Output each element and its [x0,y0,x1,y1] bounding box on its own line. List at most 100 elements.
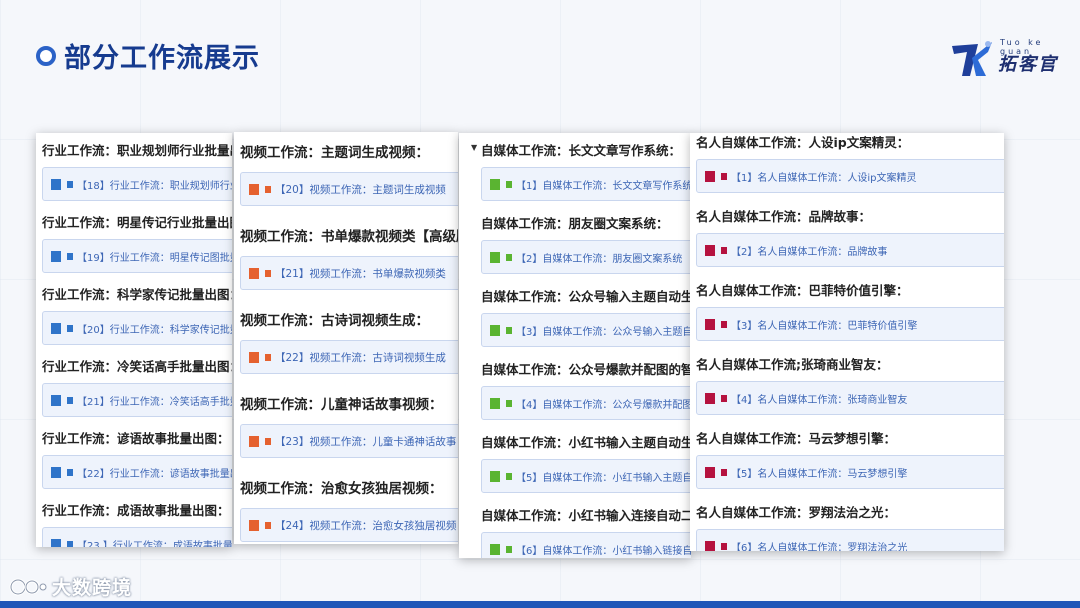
workflow-card-label: 【4】自媒体工作流：公众号爆款并配图 [516,400,691,411]
book-icon [249,352,259,363]
workflow-card-label: 【19】行业工作流：明星传记图批量出图 [77,253,232,264]
list-item: 行业工作流：明星传记行业批量出图 【19】行业工作流：明星传记图批量出图 [36,205,232,277]
workflow-card-label: 【2】名人自媒体工作流：品牌故事 [731,247,888,258]
square-icon [506,473,512,480]
list-item: 自媒体工作流：小红书输入主题自动生成 【5】自媒体工作流：小红书输入主题自动 [459,425,691,498]
workflow-card[interactable]: 【6】自媒体工作流：小红书输入链接自动 [481,532,691,558]
workflow-card-label: 【2】自媒体工作流：朋友圈文案系统 [516,254,683,265]
workflow-card[interactable]: 【5】自媒体工作流：小红书输入主题自动 [481,459,691,493]
bottom-accent-bar [0,601,1080,608]
workflow-card-label: 【5】名人自媒体工作流：马云梦想引擎 [731,469,908,480]
workflow-card[interactable]: 【22】行业工作流：谚语故事批量出图 [42,455,232,489]
square-icon [265,186,271,193]
workflow-card-label: 【3】自媒体工作流：公众号输入主题自动 [516,327,691,338]
workflow-card[interactable]: 【18】行业工作流：职业规划师行业批量出图 [42,167,232,201]
workflow-heading: 自媒体工作流：公众号输入主题自动生成 [481,289,691,304]
list-item: 视频工作流：主题词生成视频： 【20】视频工作流：主题词生成视频 [234,132,458,216]
square-icon [721,543,727,550]
workflow-panel-video: 视频工作流：主题词生成视频： 【20】视频工作流：主题词生成视频 视频工作流：书… [234,132,458,544]
book-icon [51,395,61,406]
list-item: 行业工作流：谚语故事批量出图： 【22】行业工作流：谚语故事批量出图 [36,421,232,493]
square-icon [265,270,271,277]
square-icon [67,397,73,404]
workflow-card[interactable]: 【21】行业工作流：冷笑话高手批量出图 [42,383,232,417]
square-icon [67,253,73,260]
workflow-card-label: 【6】自媒体工作流：小红书输入链接自动 [516,546,691,557]
workflow-card[interactable]: 【6】名人自媒体工作流：罗翔法治之光 [696,529,1004,551]
workflow-heading: 名人自媒体工作流：品牌故事： [696,209,872,224]
workflow-card[interactable]: 【1】名人自媒体工作流：人设ip文案精灵 [696,159,1004,193]
book-icon [51,179,61,190]
workflow-card-label: 【20】行业工作流：科学家传记批量出图 [77,325,232,336]
workflow-panel-selfmedia: ▼ 自媒体工作流：长文文章写作系统： 【1】自媒体工作流：长文文章写作系统 自媒… [459,133,691,558]
workflow-heading: 视频工作流：古诗词视频生成： [240,313,429,329]
workflow-card[interactable]: 【3】名人自媒体工作流：巴菲特价值引擎 [696,307,1004,341]
workflow-card[interactable]: 【23】视频工作流：儿童卡通神话故事 [240,424,458,458]
workflow-card-label: 【18】行业工作流：职业规划师行业批量出图 [77,181,232,192]
workflow-card[interactable]: 【22】视频工作流：古诗词视频生成 [240,340,458,374]
square-icon [506,254,512,261]
workflow-card-label: 【22】视频工作流：古诗词视频生成 [275,352,446,364]
workflow-card-label: 【1】自媒体工作流：长文文章写作系统 [516,181,691,192]
square-icon [265,354,271,361]
book-icon [51,539,61,547]
workflow-heading: 名人自媒体工作流：罗翔法治之光： [696,505,897,520]
square-icon [506,546,512,553]
workflow-card[interactable]: 【21】视频工作流：书单爆款视频类 [240,256,458,290]
book-icon [490,252,500,263]
workflow-card[interactable]: 【1】自媒体工作流：长文文章写作系统 [481,167,691,201]
caret-down-icon[interactable]: ▼ [471,143,477,152]
square-icon [67,181,73,188]
workflow-card[interactable]: 【19】行业工作流：明星传记图批量出图 [42,239,232,273]
list-item: 名人自媒体工作流：人设ip文案精灵： 【1】名人自媒体工作流：人设ip文案精灵 [690,133,1004,199]
brand-name: 拓客官 [998,54,1058,75]
workflow-heading: 行业工作流：谚语故事批量出图： [42,431,230,446]
workflow-card[interactable]: 【2】自媒体工作流：朋友圈文案系统 [481,240,691,274]
book-icon [51,467,61,478]
book-icon [705,393,715,404]
workflow-card[interactable]: 【4】自媒体工作流：公众号爆款并配图 [481,386,691,420]
workflow-heading: 行业工作流：科学家传记批量出图： [42,287,232,302]
workflow-card-label: 【23.】行业工作流：成语故事批量出图 [77,541,232,547]
workflow-card[interactable]: 【24】视频工作流：治愈女孩独居视频 [240,508,458,542]
workflow-card-label: 【23】视频工作流：儿童卡通神话故事 [275,436,457,448]
list-item: 行业工作流：成语故事批量出图： 【23.】行业工作流：成语故事批量出图 [36,493,232,547]
square-icon [721,321,727,328]
workflow-card[interactable]: 【20】行业工作流：科学家传记批量出图 [42,311,232,345]
workflow-card-label: 【4】名人自媒体工作流：张琦商业智友 [731,395,908,406]
list-item: 视频工作流：治愈女孩独居视频： 【24】视频工作流：治愈女孩独居视频 [234,468,458,544]
footer-logo: 大数跨境 [8,573,132,600]
workflow-heading: 行业工作流：冷笑话高手批量出图： [42,359,232,374]
footer-brand-name: 大数跨境 [52,577,133,599]
list-item: 自媒体工作流：公众号输入主题自动生成 【3】自媒体工作流：公众号输入主题自动 [459,279,691,352]
book-icon [490,544,500,555]
list-item: 视频工作流：古诗词视频生成： 【22】视频工作流：古诗词视频生成 [234,300,458,384]
workflow-card[interactable]: 【2】名人自媒体工作流：品牌故事 [696,233,1004,267]
workflow-card[interactable]: 【20】视频工作流：主题词生成视频 [240,172,458,206]
workflow-heading: 名人自媒体工作流：马云梦想引擎： [696,431,897,446]
book-icon [249,184,259,195]
workflow-card[interactable]: 【23.】行业工作流：成语故事批量出图 [42,527,232,547]
workflow-card-label: 【6】名人自媒体工作流：罗翔法治之光 [731,543,908,551]
workflow-card[interactable]: 【3】自媒体工作流：公众号输入主题自动 [481,313,691,347]
workflow-card[interactable]: 【4】名人自媒体工作流：张琦商业智友 [696,381,1004,415]
book-icon [490,179,500,190]
workflow-heading: 自媒体工作流：长文文章写作系统： [481,143,682,158]
book-icon [705,319,715,330]
workflow-heading: 名人自媒体工作流：巴菲特价值引擎： [696,283,909,298]
workflow-heading: 视频工作流：书单爆款视频类【高级版】 [240,229,458,245]
book-icon [490,471,500,482]
book-icon [51,251,61,262]
workflow-heading: 视频工作流：儿童神话故事视频： [240,397,443,413]
list-item: 名人自媒体工作流：巴菲特价值引擎： 【3】名人自媒体工作流：巴菲特价值引擎 [690,273,1004,347]
list-item: 行业工作流：冷笑话高手批量出图： 【21】行业工作流：冷笑话高手批量出图 [36,349,232,421]
workflow-card[interactable]: 【5】名人自媒体工作流：马云梦想引擎 [696,455,1004,489]
workflow-card-label: 【21】视频工作流：书单爆款视频类 [275,268,446,280]
book-icon [705,467,715,478]
workflow-card-label: 【24】视频工作流：治愈女孩独居视频 [275,520,457,532]
book-icon [51,323,61,334]
workflow-card-label: 【1】名人自媒体工作流：人设ip文案精灵 [731,173,917,184]
slide-title: 部分工作流展示 [64,43,260,74]
list-item: 自媒体工作流：公众号爆款并配图的智能 【4】自媒体工作流：公众号爆款并配图 [459,352,691,425]
workflow-card-label: 【22】行业工作流：谚语故事批量出图 [77,469,232,480]
